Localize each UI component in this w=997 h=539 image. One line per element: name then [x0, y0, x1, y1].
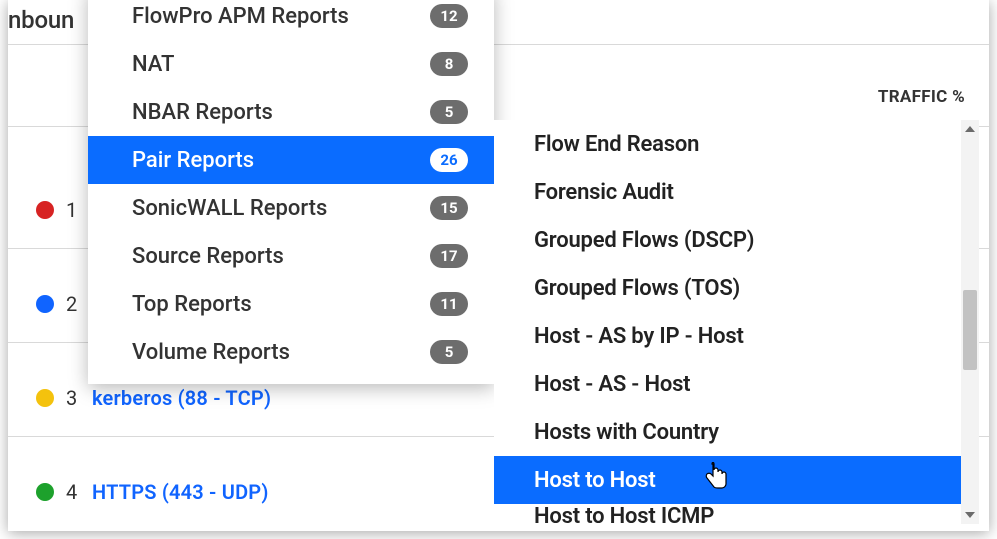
scrollbar[interactable] [961, 120, 979, 524]
submenu-item-flow-end-reason[interactable]: Flow End Reason [494, 120, 961, 168]
row-index: 4 [66, 480, 80, 504]
count-badge: 12 [430, 4, 468, 28]
list-item[interactable]: 4 HTTPS (443 - UDP) [36, 476, 269, 508]
submenu-item-host-to-host-icmp[interactable]: Host to Host ICMP [494, 504, 961, 524]
submenu-item-label: Grouped Flows (TOS) [534, 276, 740, 301]
menu-item-sonicwall-reports[interactable]: SonicWALL Reports 15 [88, 184, 494, 232]
count-badge: 11 [430, 292, 468, 316]
menu-item-nat[interactable]: NAT 8 [88, 40, 494, 88]
list-item[interactable]: 1 [36, 194, 80, 226]
menu-item-top-reports[interactable]: Top Reports 11 [88, 280, 494, 328]
row-index: 1 [66, 198, 80, 222]
submenu-list: Flow End Reason Forensic Audit Grouped F… [494, 120, 961, 524]
submenu-item-host-to-host[interactable]: Host to Host [494, 456, 961, 504]
submenu-item-label: Grouped Flows (DSCP) [534, 228, 754, 253]
pair-reports-submenu: Flow End Reason Forensic Audit Grouped F… [494, 120, 979, 524]
menu-item-label: FlowPro APM Reports [132, 4, 349, 29]
row-index: 3 [66, 386, 80, 410]
count-badge: 17 [430, 244, 468, 268]
menu-item-label: Pair Reports [132, 148, 254, 173]
menu-item-volume-reports[interactable]: Volume Reports 5 [88, 328, 494, 376]
submenu-item-label: Forensic Audit [534, 180, 674, 205]
submenu-item-host-as-by-ip-host[interactable]: Host - AS by IP - Host [494, 312, 961, 360]
count-badge: 5 [430, 100, 468, 124]
submenu-item-label: Host - AS - Host [534, 372, 690, 397]
submenu-item-label: Host - AS by IP - Host [534, 324, 744, 349]
submenu-item-label: Host to Host ICMP [534, 504, 714, 524]
count-badge: 26 [430, 148, 468, 172]
menu-item-source-reports[interactable]: Source Reports 17 [88, 232, 494, 280]
submenu-item-grouped-flows-dscp[interactable]: Grouped Flows (DSCP) [494, 216, 961, 264]
list-item[interactable]: 3 kerberos (88 - TCP) [36, 382, 271, 414]
submenu-item-label: Flow End Reason [534, 132, 699, 157]
count-badge: 15 [430, 196, 468, 220]
count-badge: 5 [430, 340, 468, 364]
protocol-link[interactable]: kerberos (88 - TCP) [92, 386, 271, 410]
submenu-item-label: Host to Host [534, 468, 656, 493]
color-dot-icon [36, 389, 54, 407]
submenu-item-forensic-audit[interactable]: Forensic Audit [494, 168, 961, 216]
submenu-item-host-as-host[interactable]: Host - AS - Host [494, 360, 961, 408]
menu-item-nbar-reports[interactable]: NBAR Reports 5 [88, 88, 494, 136]
reports-menu: FlowPro APM Reports 12 NAT 8 NBAR Report… [88, 0, 494, 384]
scroll-up-icon[interactable] [961, 120, 979, 138]
row-index: 2 [66, 292, 80, 316]
page-title-fragment: nboun [8, 6, 74, 34]
menu-item-flowpro-apm-reports[interactable]: FlowPro APM Reports 12 [88, 0, 494, 40]
menu-item-label: Source Reports [132, 244, 284, 269]
menu-item-label: Volume Reports [132, 340, 290, 365]
scroll-down-icon[interactable] [961, 506, 979, 524]
count-badge: 8 [430, 52, 468, 76]
menu-item-label: SonicWALL Reports [132, 196, 327, 221]
color-dot-icon [36, 201, 54, 219]
menu-item-label: NAT [132, 52, 174, 77]
menu-item-pair-reports[interactable]: Pair Reports 26 [88, 136, 494, 184]
submenu-item-hosts-with-country[interactable]: Hosts with Country [494, 408, 961, 456]
submenu-item-label: Hosts with Country [534, 420, 719, 445]
menu-item-label: NBAR Reports [132, 100, 273, 125]
menu-item-label: Top Reports [132, 292, 252, 317]
color-dot-icon [36, 483, 54, 501]
color-dot-icon [36, 295, 54, 313]
scroll-thumb[interactable] [963, 290, 977, 370]
submenu-item-grouped-flows-tos[interactable]: Grouped Flows (TOS) [494, 264, 961, 312]
list-item[interactable]: 2 [36, 288, 80, 320]
protocol-link[interactable]: HTTPS (443 - UDP) [92, 480, 269, 504]
column-header-traffic: TRAFFIC % [878, 87, 965, 107]
app-frame: nboun TRAFFIC % 1 2 3 kerberos (88 - TCP… [8, 0, 989, 531]
